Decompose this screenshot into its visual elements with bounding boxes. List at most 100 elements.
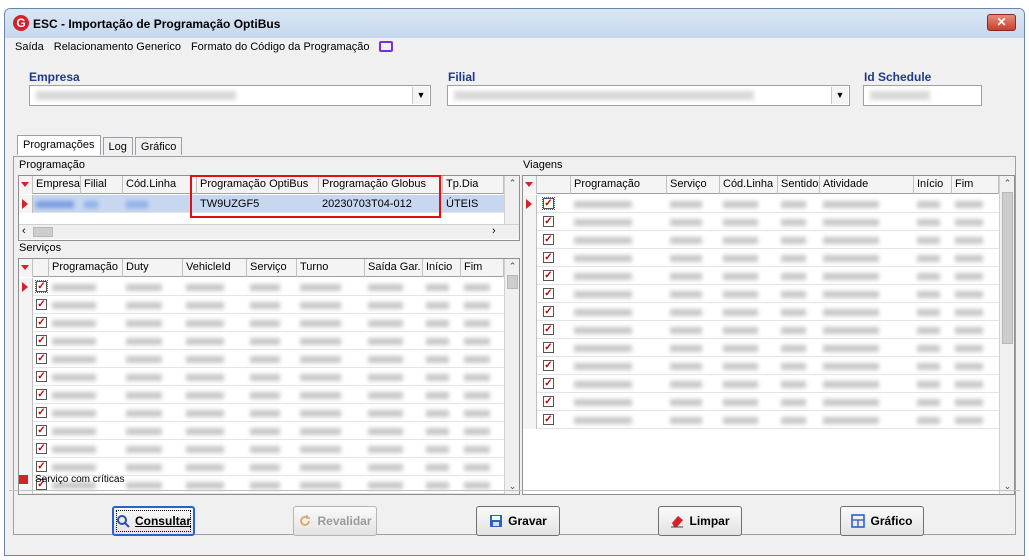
table-row[interactable]: ✓ — [523, 321, 999, 339]
tab-programacoes[interactable]: Programações — [17, 135, 101, 155]
table-row[interactable]: ✓ — [19, 314, 504, 332]
revalidar-button[interactable]: Revalidar — [293, 506, 377, 536]
row-checkbox[interactable]: ✓ — [543, 378, 554, 389]
row-checkbox[interactable]: ✓ — [542, 197, 555, 210]
filial-select[interactable]: ▼ — [447, 85, 850, 106]
table-row[interactable]: ✓ — [19, 350, 504, 368]
table-row[interactable]: ✓ — [523, 231, 999, 249]
monitor-icon[interactable] — [379, 41, 394, 52]
chevron-down-icon[interactable]: ▼ — [831, 87, 848, 104]
chevron-down-icon[interactable]: ▼ — [412, 87, 429, 104]
gravar-button[interactable]: Gravar — [476, 506, 560, 536]
hscroll-thumb[interactable] — [33, 227, 53, 237]
id-schedule-input[interactable] — [863, 85, 982, 106]
table-row[interactable]: ✓ — [19, 404, 504, 422]
menu-saida[interactable]: Saída — [15, 38, 44, 56]
row-checkbox[interactable]: ✓ — [543, 270, 554, 281]
col-tp-dia[interactable]: Tp.Dia — [443, 176, 504, 194]
vscroll-thumb[interactable] — [507, 275, 518, 289]
row-checkbox[interactable]: ✓ — [36, 335, 47, 346]
scroll-down-icon[interactable]: ⌄ — [1000, 479, 1014, 494]
table-row[interactable]: ✓ — [19, 440, 504, 458]
vscroll-thumb[interactable] — [1002, 192, 1013, 344]
col-fim[interactable]: Fim — [952, 176, 999, 194]
scroll-right-icon[interactable]: › — [492, 225, 496, 237]
col-duty[interactable]: Duty — [123, 259, 183, 277]
table-row[interactable]: ✓ — [19, 422, 504, 440]
scroll-left-icon[interactable]: ‹ — [22, 225, 26, 237]
row-checkbox[interactable]: ✓ — [36, 425, 47, 436]
tab-grafico[interactable]: Gráfico — [134, 137, 183, 155]
col-inicio[interactable]: Início — [423, 259, 461, 277]
col-saida-gar[interactable]: Saída Gar. — [365, 259, 423, 277]
row-checkbox[interactable]: ✓ — [36, 461, 47, 472]
row-checkbox[interactable]: ✓ — [543, 306, 554, 317]
viagens-vscroll[interactable]: ⌃ ⌄ — [999, 176, 1014, 494]
row-checkbox[interactable]: ✓ — [36, 407, 47, 418]
scroll-up-icon[interactable]: ⌃ — [505, 176, 519, 191]
table-row[interactable]: ✓ — [523, 393, 999, 411]
row-checkbox[interactable]: ✓ — [543, 360, 554, 371]
col-programacao[interactable]: Programação — [571, 176, 667, 194]
consultar-button[interactable]: Consultar — [112, 506, 195, 536]
col-empresa[interactable]: Empresa — [33, 176, 81, 194]
servicos-vscroll[interactable]: ⌃ ⌄ — [504, 259, 519, 494]
row-checkbox[interactable]: ✓ — [543, 414, 554, 425]
row-checkbox[interactable]: ✓ — [36, 371, 47, 382]
scroll-down-icon[interactable]: ⌄ — [505, 479, 519, 494]
programacao-vscroll[interactable]: ⌃ — [504, 176, 519, 224]
table-row[interactable]: ✓ — [523, 267, 999, 285]
table-row[interactable]: ✓ — [523, 285, 999, 303]
programacao-hscroll[interactable]: ‹ › — [19, 224, 519, 239]
row-checkbox[interactable]: ✓ — [36, 317, 47, 328]
scroll-up-icon[interactable]: ⌃ — [1000, 176, 1014, 191]
menu-relacionamento[interactable]: Relacionamento Generico — [54, 38, 181, 56]
table-row[interactable]: ✓ — [19, 368, 504, 386]
table-row[interactable]: ✓ — [523, 357, 999, 375]
table-cell — [123, 296, 183, 314]
scroll-up-icon[interactable]: ⌃ — [505, 259, 519, 274]
close-button[interactable]: ✕ — [987, 14, 1016, 31]
table-row[interactable]: ✓ — [523, 249, 999, 267]
row-checkbox[interactable]: ✓ — [36, 443, 47, 454]
tab-log[interactable]: Log — [102, 137, 133, 155]
col-cod-linha[interactable]: Cód.Linha — [720, 176, 778, 194]
table-row[interactable]: ✓ — [523, 339, 999, 357]
row-checkbox[interactable]: ✓ — [543, 216, 554, 227]
table-row[interactable]: ✓ — [523, 195, 999, 213]
col-vehicle-id[interactable]: VehicleId — [183, 259, 247, 277]
table-row[interactable]: ✓ — [19, 278, 504, 296]
col-servico[interactable]: Serviço — [247, 259, 297, 277]
row-checkbox[interactable]: ✓ — [36, 353, 47, 364]
table-row[interactable]: ✓ — [523, 375, 999, 393]
table-row[interactable]: ✓ — [523, 411, 999, 429]
col-atividade[interactable]: Atividade — [820, 176, 914, 194]
empresa-select[interactable]: ▼ — [29, 85, 431, 106]
col-fim[interactable]: Fim — [461, 259, 504, 277]
col-programacao[interactable]: Programação — [49, 259, 123, 277]
row-checkbox[interactable]: ✓ — [543, 234, 554, 245]
table-row[interactable]: ✓ — [523, 213, 999, 231]
row-checkbox[interactable]: ✓ — [543, 324, 554, 335]
table-row[interactable]: ✓ — [523, 303, 999, 321]
row-checkbox[interactable]: ✓ — [543, 252, 554, 263]
row-checkbox[interactable]: ✓ — [543, 288, 554, 299]
limpar-button[interactable]: Limpar — [658, 506, 742, 536]
menu-formato-codigo[interactable]: Formato do Código da Programação — [191, 38, 370, 56]
row-checkbox[interactable]: ✓ — [35, 280, 48, 293]
col-filial[interactable]: Filial — [81, 176, 123, 194]
table-row[interactable]: ✓ — [19, 296, 504, 314]
col-servico[interactable]: Serviço — [667, 176, 720, 194]
grafico-button[interactable]: Gráfico — [840, 506, 924, 536]
row-checkbox[interactable]: ✓ — [543, 342, 554, 353]
col-inicio[interactable]: Início — [914, 176, 952, 194]
table-cell — [952, 195, 999, 213]
table-row[interactable]: ✓ — [19, 386, 504, 404]
col-turno[interactable]: Turno — [297, 259, 365, 277]
row-checkbox[interactable]: ✓ — [36, 389, 47, 400]
col-sentido[interactable]: Sentido — [778, 176, 820, 194]
row-checkbox[interactable]: ✓ — [543, 396, 554, 407]
row-checkbox[interactable]: ✓ — [36, 299, 47, 310]
col-cod-linha[interactable]: Cód.Linha — [123, 176, 197, 194]
table-row[interactable]: ✓ — [19, 332, 504, 350]
